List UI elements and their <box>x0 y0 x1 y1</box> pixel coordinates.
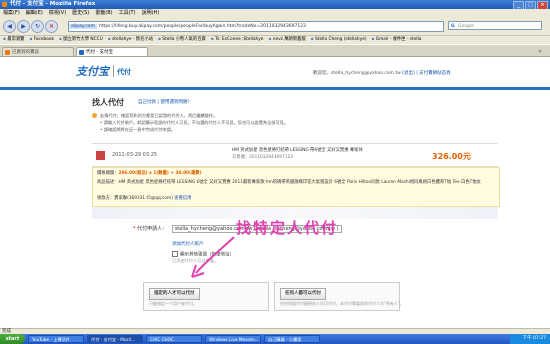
homepage-link[interactable]: | 支付寶網站首頁 <box>416 71 450 76</box>
welcome-text: 歡迎您，stella_hycheng@yahoo.com.tw <box>313 71 401 76</box>
firefox-icon <box>2 2 7 7</box>
page-content: 支付宝 代付 歡迎您，stella_hycheng@yahoo.com.tw [… <box>0 57 550 328</box>
forward-icon[interactable]: ▶ <box>17 20 30 33</box>
alipay-logo[interactable]: 支付宝 <box>76 63 109 79</box>
navigation-toolbar: ◀ ▶ ↻ ✕ alipay.com https://lifeng.buy.ali… <box>0 17 550 36</box>
info-icon <box>92 113 97 118</box>
anyone-payer-desc: 任何知道代付鏈接的人均可代付，本代付單當前的代付人为"所有人"。 <box>280 301 404 306</box>
tip-line: • 請確認將將在這一頁中完成代付申請。 <box>100 127 175 132</box>
window-title: 代付 - 支付宝 - Mozilla Firefox <box>10 1 96 7</box>
order-item-name[interactable]: HM 英式加星 黑色星條打結帶 LESSING 帶6號全 又好又實惠 專家休 <box>232 147 363 153</box>
tab-bought-items[interactable]: 已買到的寶貝 <box>2 47 74 56</box>
seller-text: 收款方：賣家聯(369331.t5@qq.com) <box>97 196 173 201</box>
site-header: 支付宝 代付 歡迎您，stella_hycheng@yahoo.com.tw [… <box>0 57 550 90</box>
bookmark-item[interactable]: Stella 小熊人氣的百貨 <box>158 36 206 44</box>
product-thumbnail[interactable] <box>96 151 105 160</box>
show-other-checkbox[interactable] <box>172 251 178 257</box>
bookmark-item[interactable]: Gmail - 收件匣 - stella <box>372 36 422 44</box>
designated-payer-option: 指定的人才可以代付 只能指定一个用户来代付。 <box>143 282 269 311</box>
bookmark-item[interactable]: Stella Cheng (stellahye) <box>311 36 366 44</box>
tab-strip: 已買到的寶貝 代付 - 支付宝 ✕ <box>0 45 550 57</box>
google-icon: G <box>451 24 455 29</box>
order-date: 2011-03-29 03:25 <box>112 152 158 158</box>
logout-link[interactable]: [退出] <box>402 71 415 76</box>
bookmark-item[interactable]: 國立新竹大學 NCCU <box>59 36 103 44</box>
system-clock: 下午 07:27 <box>510 334 550 344</box>
reload-icon[interactable]: ↻ <box>31 20 44 33</box>
menu-view[interactable]: 檢視(V) <box>49 9 66 17</box>
taskbar-item[interactable]: 自己購買 - 小畫家 <box>264 335 320 343</box>
taskbar: start YouTube - 上傳活片 代付 - 支付宝 - Mozil...… <box>0 334 550 344</box>
price-label: 價格總額： <box>97 171 119 176</box>
designated-payer-desc: 只能指定一个用户来代付。 <box>149 301 197 306</box>
window-titlebar: 代付 - 支付宝 - Mozilla Firefox _ □ × <box>0 0 550 10</box>
bookmark-item[interactable]: nevz 萬朗新舊版 <box>268 36 306 44</box>
search-input[interactable]: G Google <box>448 21 542 30</box>
trade-number: 交易號：2011032943697123 <box>232 155 293 160</box>
bookmarks-toolbar: 最常瀏覽 Facebook 國立新竹大學 NCCU stellahye - 無名… <box>0 36 550 44</box>
bookmark-item[interactable]: Ts: EsConee ;Stellahye <box>211 36 263 44</box>
payer-label: 代付申請人： <box>137 226 168 232</box>
anyone-payer-button[interactable]: 任何人都可以代付 <box>280 288 326 300</box>
welcome-bar: 歡迎您，stella_hycheng@yahoo.com.tw [退出] | 支… <box>313 70 451 76</box>
tip-line: • 請輸入代付賬戶。默認顯示您設的代付人可見，不勾選的代付人不可見。您也可以設置… <box>100 120 289 125</box>
logo-divider <box>113 65 114 77</box>
order-price: 326.00元 <box>432 152 471 161</box>
info-tips: 友情代付，確認您和對方都是已認證的代付人，然后繼續操作。 • 請輸入代付賬戶。默… <box>92 112 482 133</box>
menu-history[interactable]: 歷史(S) <box>72 9 89 17</box>
price-summary: 價格總額：296.00(商品) x 1(數量) + 30.00(運費) <box>97 170 202 177</box>
bookmark-item[interactable]: 最常瀏覽 <box>3 36 24 44</box>
annotation-arrow <box>191 236 235 278</box>
tip-line: 友情代付，確認您和對方都是已認證的代付人，然后繼續操作。 <box>100 113 218 118</box>
menu-tools[interactable]: 工具(T) <box>119 9 136 17</box>
menu-file[interactable]: 檔案(F) <box>3 9 20 17</box>
designated-payer-button[interactable]: 指定的人才可以代付 <box>149 288 200 300</box>
back-icon[interactable]: ◀ <box>3 20 16 33</box>
taskbar-item[interactable]: YouTube - 上傳活片 <box>28 335 84 343</box>
order-row: 2011-03-29 03:25 HM 英式加星 黑色星條打結帶 LESSING… <box>92 143 498 167</box>
price-breakdown: 296.00(商品) x 1(數量) + 30.00(運費) <box>118 171 202 176</box>
menu-bar: 檔案(F) 編輯(E) 檢視(V) 歷史(S) 書籤(B) 工具(T) 說明(H… <box>0 9 550 17</box>
title-links[interactable]: 自己付款 | 使用遇到問題? <box>138 99 190 105</box>
start-button[interactable]: start <box>0 334 25 344</box>
logo-subtitle: 代付 <box>117 68 131 76</box>
bookmark-item[interactable]: stellahye - 無名小站 <box>108 36 153 44</box>
taskbar-item[interactable]: CHIC CHOC <box>146 335 202 343</box>
taobao-icon <box>5 50 10 55</box>
tab-label: 已買到的寶貝 <box>12 50 39 55</box>
close-tab-icon[interactable]: ✕ <box>538 49 542 55</box>
product-description: 商品描述：HM 英式加星 黑色星條打結帶 LESSING 6號全 又好又實惠 2… <box>97 180 481 185</box>
page-title: 找人代付 <box>92 98 124 107</box>
required-mark: * <box>133 226 136 232</box>
tab-label: 代付 - 支付宝 <box>86 50 113 55</box>
url-text: https://lifeng.buy.alipay.com/people/peo… <box>98 24 306 29</box>
search-placeholder: Google <box>458 24 474 29</box>
view-credit-link[interactable]: 查看信用 <box>174 196 191 201</box>
taskbar-item[interactable]: Windows Live Messen... <box>205 335 261 343</box>
order-detail-box: 價格總額：296.00(商品) x 1(數量) + 30.00(運費) 商品描述… <box>92 167 500 207</box>
handwritten-annotation: 找特定人代付 <box>236 219 339 237</box>
address-bar[interactable]: alipay.com https://lifeng.buy.alipay.com/… <box>68 21 444 32</box>
menu-help[interactable]: 說明(H) <box>142 9 160 17</box>
stop-icon[interactable]: ✕ <box>45 20 58 33</box>
tab-alipay[interactable]: 代付 - 支付宝 <box>76 47 148 56</box>
menu-bookmarks[interactable]: 書籤(B) <box>95 9 112 17</box>
menu-edit[interactable]: 編輯(E) <box>26 9 43 17</box>
seller-info: 收款方：賣家聯(369331.t5@qq.com) 查看信用 <box>97 195 191 202</box>
site-identity[interactable]: alipay.com <box>69 24 97 29</box>
bookmark-item[interactable]: Facebook <box>29 36 54 44</box>
anyone-payer-option: 任何人都可以代付 任何知道代付鏈接的人均可代付，本代付單當前的代付人为"所有人"… <box>274 282 404 311</box>
taskbar-item-active[interactable]: 代付 - 支付宝 - Mozil... <box>87 335 143 343</box>
alipay-icon <box>79 50 84 55</box>
